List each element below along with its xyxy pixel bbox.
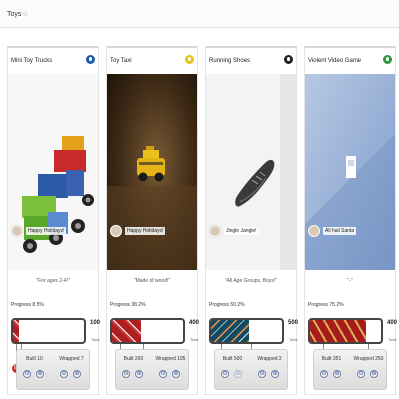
- progress-fill: [211, 320, 249, 342]
- goal-total: 400: [189, 320, 200, 326]
- toy-name: Toy Taxi: [110, 58, 132, 64]
- wrapped-count: Wrapped 7: [59, 356, 84, 362]
- progress-label: Progress 38.2%: [110, 302, 146, 308]
- progress-bar: [110, 318, 185, 344]
- built-count: Built 351: [321, 356, 342, 362]
- toy-image: [206, 74, 296, 270]
- heart-icon[interactable]: [86, 55, 95, 64]
- toy-quote: "Made of wood!": [133, 278, 171, 284]
- built-count: Built 200: [123, 356, 144, 362]
- wrapped-count: Wrapped 250: [353, 356, 384, 362]
- quote-text: Made of wood!: [135, 278, 169, 284]
- built-minus-button[interactable]: ⊖: [23, 370, 31, 378]
- goal-sub: Total: [388, 337, 397, 342]
- toy-image: [107, 74, 197, 270]
- built-count: Built 500: [222, 356, 243, 362]
- built-minus-button[interactable]: ⊖: [221, 370, 229, 378]
- owner-tag: All hail Santa: [308, 225, 357, 237]
- wrapped-minus-button[interactable]: ⊖: [159, 370, 167, 378]
- owner-tag: Happy Holidays!: [11, 225, 67, 237]
- toy-card[interactable]: Toy Taxi Happy Holidays! "Made of wood!"…: [106, 46, 200, 395]
- toy-quote: "All Age Groups, Boys!": [224, 278, 278, 284]
- counter-tray: Built 200 Wrapped 105 ⊖ ⊕ ⊖ ⊕: [115, 349, 189, 390]
- toy-card[interactable]: Running Shoes Jingle Jangle! "All Age Gr…: [205, 46, 299, 395]
- toy-quote: "For ages 2-4!": [36, 278, 70, 284]
- goal-sub: Total: [190, 337, 199, 342]
- quote-text: For ages 2-4!: [38, 278, 68, 284]
- progress-bar: [308, 318, 383, 344]
- counter-tray: Built 10 Wrapped 7 ⊖ ⊕ ⊖ ⊕: [16, 349, 90, 390]
- wrapped-count: Wrapped 105: [155, 356, 186, 362]
- toy-quote: "-": [347, 278, 353, 284]
- avatar: [110, 225, 122, 237]
- goal-sub: Total: [289, 337, 298, 342]
- wrapped-count: Wrapped 2: [257, 356, 282, 362]
- progress-label: Progress 75.2%: [308, 302, 344, 308]
- toy-name: Running Shoes: [209, 58, 251, 64]
- built-minus-button[interactable]: ⊖: [122, 370, 130, 378]
- built-plus-button[interactable]: ⊕: [135, 370, 143, 378]
- progress-fill: [13, 320, 19, 342]
- toy-card[interactable]: Violent Video Game All hail Santa "-" Pr…: [304, 46, 398, 395]
- wrapped-minus-button[interactable]: ⊖: [60, 370, 68, 378]
- built-count: Built 10: [26, 356, 43, 362]
- avatar: [308, 225, 320, 237]
- toy-image: [305, 74, 395, 270]
- owner-name: Happy Holidays!: [26, 227, 67, 235]
- toy-image: [8, 74, 98, 270]
- wrapped-plus-button[interactable]: ⊕: [172, 370, 180, 378]
- owner-name: Happy Holidays!: [125, 227, 166, 235]
- toys-board: Toys ☆ Mini Toy Trucks Happy Holidays! "…: [0, 0, 399, 399]
- built-plus-button[interactable]: ⊕: [234, 370, 242, 378]
- owner-name: All hail Santa: [323, 227, 357, 235]
- wrapped-plus-button[interactable]: ⊕: [271, 370, 279, 378]
- wrapped-minus-button[interactable]: ⊖: [258, 370, 266, 378]
- heart-icon[interactable]: [383, 55, 392, 64]
- wrapped-minus-button[interactable]: ⊖: [357, 370, 365, 378]
- heart-icon[interactable]: [185, 55, 194, 64]
- star-icon[interactable]: ☆: [22, 10, 28, 18]
- built-plus-button[interactable]: ⊕: [36, 370, 44, 378]
- progress-bar: [11, 318, 86, 344]
- progress-bar: [209, 318, 284, 344]
- owner-name: Jingle Jangle!: [224, 227, 259, 235]
- progress-label: Progress 8.5%: [11, 302, 44, 308]
- toy-name: Violent Video Game: [308, 58, 362, 64]
- goal-total: 400: [387, 320, 398, 326]
- wrapped-plus-button[interactable]: ⊕: [73, 370, 81, 378]
- built-plus-button[interactable]: ⊕: [333, 370, 341, 378]
- progress-fill: [112, 320, 141, 342]
- wrapped-plus-button[interactable]: ⊕: [370, 370, 378, 378]
- goal-sub: Total: [91, 337, 100, 342]
- counter-tray: Built 500 Wrapped 2 ⊖ ⊕ ⊖ ⊕: [214, 349, 288, 390]
- owner-tag: Happy Holidays!: [110, 225, 166, 237]
- heart-icon[interactable]: [284, 55, 293, 64]
- avatar: [11, 225, 23, 237]
- owner-tag: Jingle Jangle!: [209, 225, 259, 237]
- quote-text: All Age Groups, Boys!: [226, 278, 276, 284]
- toy-card[interactable]: Mini Toy Trucks Happy Holidays! "For age…: [7, 46, 101, 395]
- built-minus-button[interactable]: ⊖: [320, 370, 328, 378]
- toy-name: Mini Toy Trucks: [11, 58, 53, 64]
- progress-label: Progress 50.2%: [209, 302, 245, 308]
- goal-total: 500: [288, 320, 299, 326]
- counter-tray: Built 351 Wrapped 250 ⊖ ⊕ ⊖ ⊕: [313, 349, 387, 390]
- quote-text: -: [349, 278, 351, 284]
- top-bar: Toys ☆: [0, 0, 399, 28]
- progress-fill: [310, 320, 366, 342]
- goal-total: 100: [90, 320, 101, 326]
- page-title: Toys: [7, 11, 22, 18]
- avatar: [209, 225, 221, 237]
